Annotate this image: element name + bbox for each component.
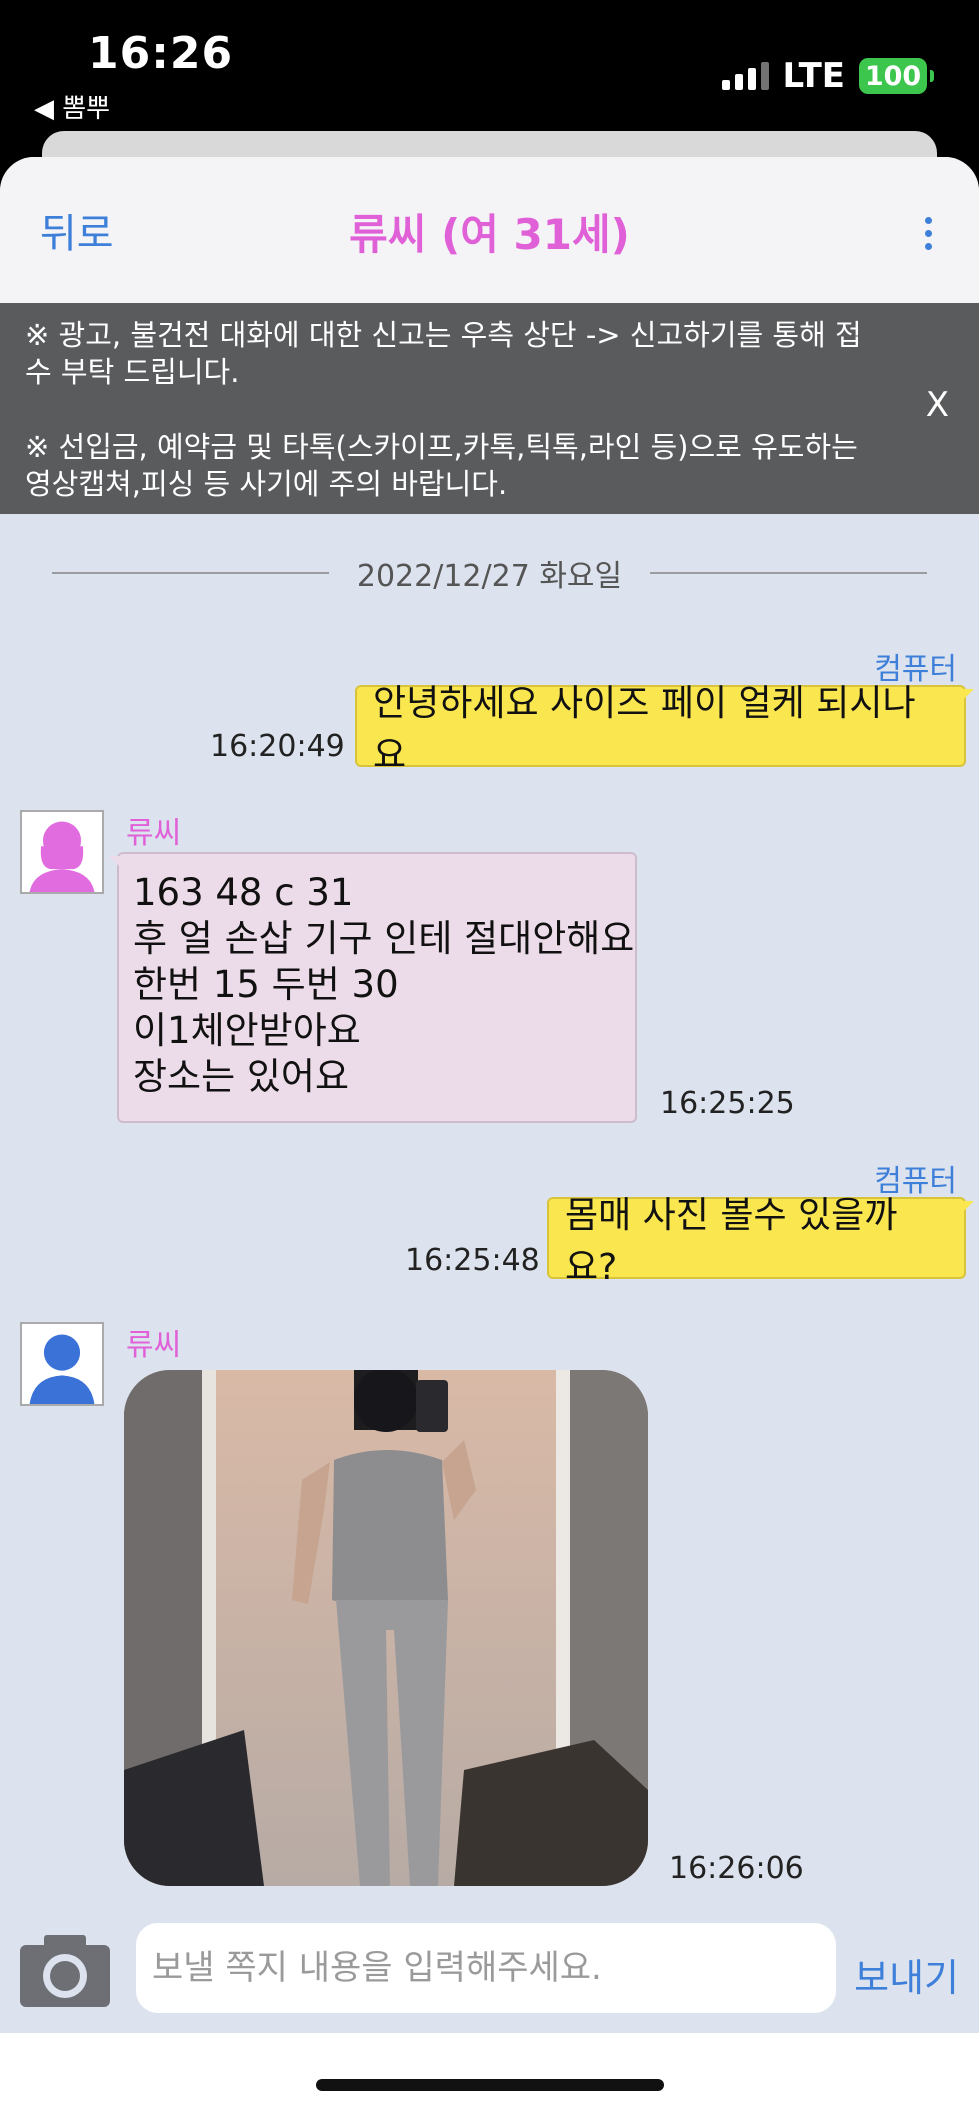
status-indicators: LTE 100: [721, 56, 934, 96]
chat-title: 류씨 (여 31세): [349, 210, 630, 259]
user-avatar-icon[interactable]: [20, 1322, 104, 1406]
message-line: 장소는 있어요: [133, 1055, 350, 1098]
compose-bar: 보내기: [0, 1901, 979, 2033]
sender-name: 류씨: [126, 1328, 182, 1363]
message-line: 이1체안받아요: [133, 1009, 361, 1052]
home-indicator[interactable]: [316, 2079, 664, 2091]
sender-name: 류씨: [126, 816, 182, 851]
outgoing-message-bubble[interactable]: 안녕하세요 사이즈 페이 얼케 되시나요: [355, 683, 974, 776]
date-divider: 2022/12/27 화요일: [52, 553, 927, 594]
notice-line-report: ※ 광고, 불건전 대화에 대한 신고는 우측 상단 -> 신고하기를 통해 접…: [25, 318, 862, 389]
notice-line-scam: ※ 선입금, 예약금 및 타톡(스카이프,카톡,틱톡,라인 등)으로 유도하는 …: [25, 430, 858, 501]
message-text: 몸매 사진 볼수 있을까요?: [565, 1195, 898, 1288]
send-button[interactable]: 보내기: [854, 1947, 959, 2002]
chat-sheet: 뒤로 류씨 (여 31세) ※ 광고, 불건전 대화에 대한 신고는 우측 상단…: [0, 157, 979, 2122]
outgoing-message-bubble[interactable]: 몸매 사진 볼수 있을까요?: [547, 1195, 974, 1288]
female-avatar-icon[interactable]: [20, 810, 104, 894]
incoming-message-bubble[interactable]: 163 48 c 31 후 얼 손삽 기구 인테 절대안해요 한번 15 두번 …: [109, 852, 637, 1123]
message-time: 16:25:48: [405, 1243, 540, 1278]
back-to-app-link[interactable]: ◀ 뽐뿌: [34, 88, 110, 125]
network-label: LTE: [782, 56, 845, 96]
message-time: 16:20:49: [210, 729, 345, 764]
shared-photo[interactable]: [124, 1370, 648, 1886]
battery-level: 100: [864, 60, 922, 92]
status-time: 16:26: [88, 28, 234, 79]
date-label: 2022/12/27 화요일: [356, 559, 623, 594]
message-line: 한번 15 두번 30: [133, 963, 399, 1006]
battery-icon: 100: [859, 58, 934, 94]
chat-header: 뒤로 류씨 (여 31세): [0, 157, 979, 303]
divider-line: [650, 572, 927, 574]
divider-line: [52, 572, 329, 574]
message-time: 16:25:25: [660, 1086, 795, 1121]
message-text: 안녕하세요 사이즈 페이 얼케 되시나요: [373, 683, 916, 776]
status-bar: 16:26 ◀ 뽐뿌 LTE 100: [0, 0, 979, 135]
message-line: 163 48 c 31: [133, 871, 354, 914]
notice-close-button[interactable]: X: [926, 387, 949, 424]
message-input[interactable]: [136, 1923, 836, 2013]
warning-notice: ※ 광고, 불건전 대화에 대한 신고는 우측 상단 -> 신고하기를 통해 접…: [0, 303, 979, 514]
more-vertical-icon[interactable]: [925, 217, 933, 250]
camera-icon[interactable]: [20, 1933, 110, 2007]
message-time: 16:26:06: [669, 1851, 804, 1886]
signal-icon: [721, 62, 769, 90]
message-line: 후 얼 손삽 기구 인테 절대안해요: [133, 917, 635, 960]
home-area: [0, 2033, 979, 2122]
